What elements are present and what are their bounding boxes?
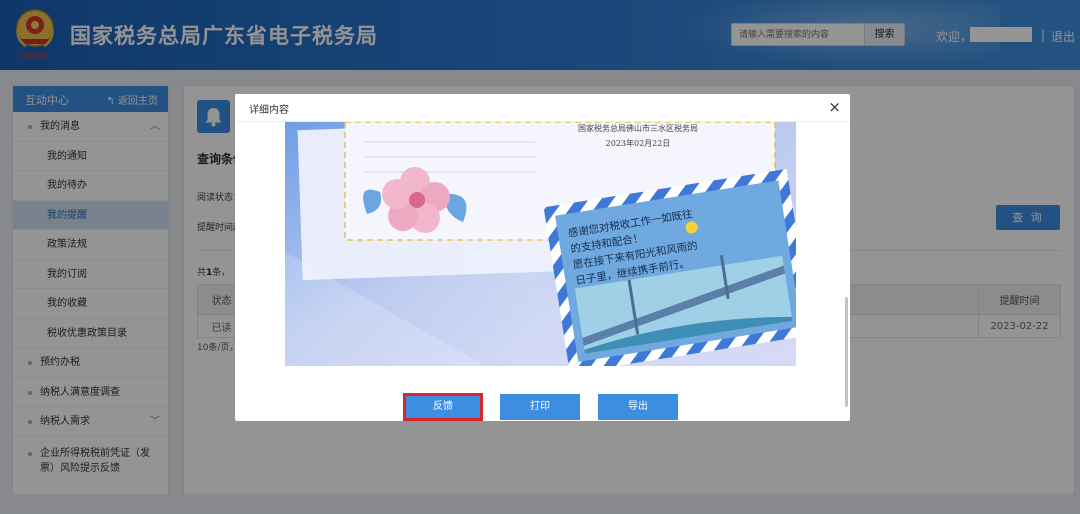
print-button[interactable]: 打印 bbox=[500, 394, 580, 420]
card-date: 2023年02月22日 bbox=[606, 138, 671, 148]
greeting-card-image: 国家税务总局佛山市三水区税务局 2023年02月22日 感谢您对税收工作一如既往… bbox=[285, 122, 796, 366]
export-button[interactable]: 导出 bbox=[598, 394, 678, 420]
detail-modal: 详细内容 × 国家税务总局佛山市三水区税务局 2023年02月22日 感谢您对税… bbox=[235, 94, 850, 421]
feedback-button[interactable]: 反馈 bbox=[403, 393, 483, 421]
modal-scrollbar-thumb[interactable] bbox=[845, 297, 848, 407]
modal-title: 详细内容 bbox=[249, 105, 289, 116]
close-icon[interactable]: × bbox=[828, 98, 841, 116]
card-organization: 国家税务总局佛山市三水区税务局 bbox=[578, 123, 698, 133]
